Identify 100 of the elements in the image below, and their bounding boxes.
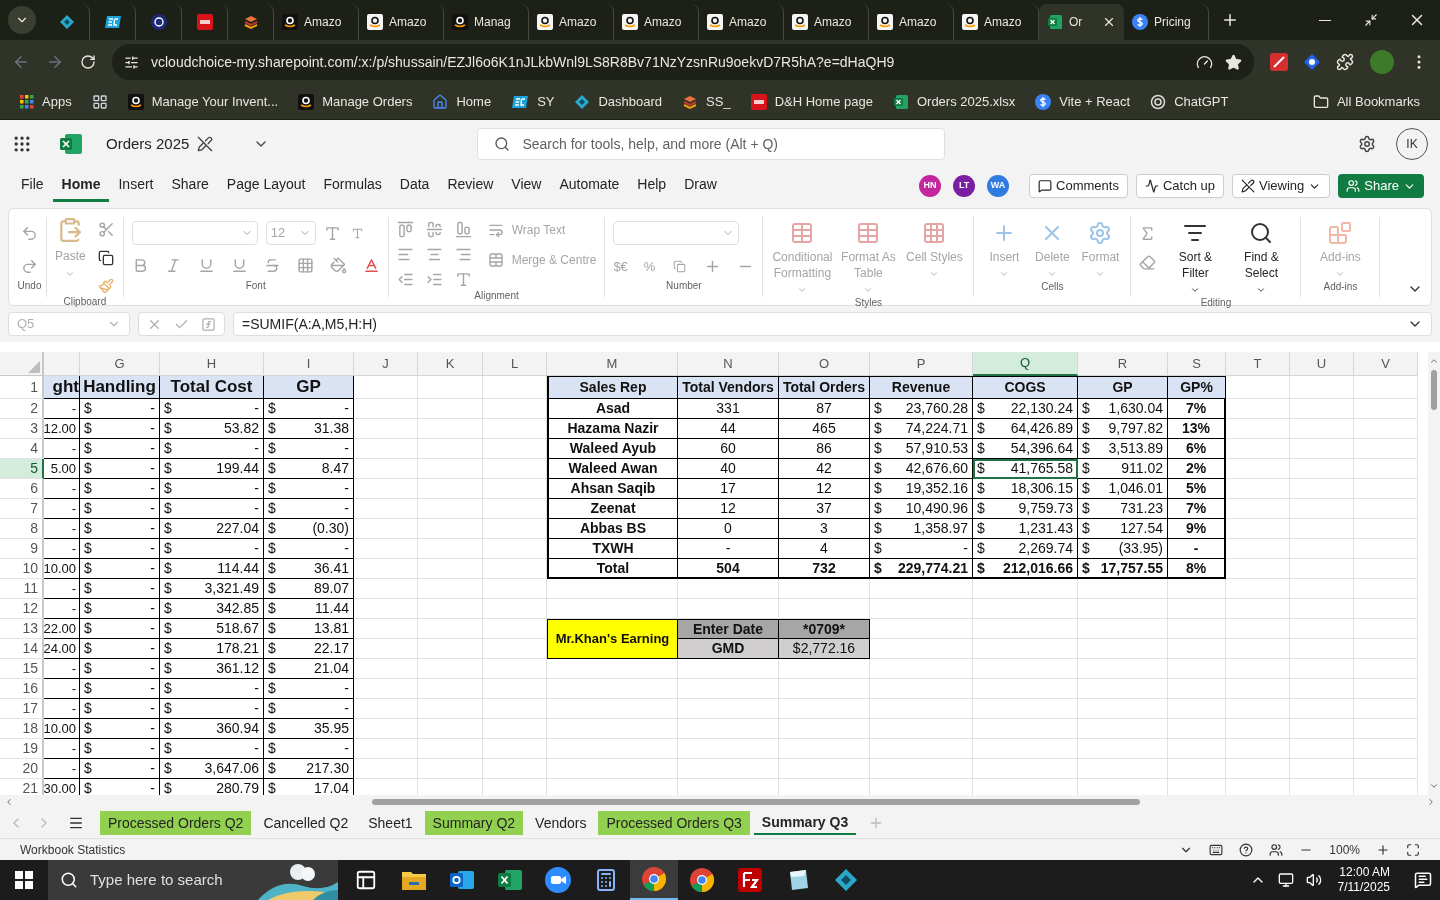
browser-tab[interactable]: Amazo [954, 4, 1039, 40]
sheet-tab[interactable]: Summary Q2 [424, 811, 524, 836]
clock-date[interactable]: 7/11/2025 [1337, 880, 1390, 895]
bookmark[interactable]: Manage Orders [298, 91, 413, 112]
sheet-tab[interactable]: Cancelled Q2 [255, 811, 357, 836]
browser-tab[interactable]: Amazo [784, 4, 869, 40]
row-header[interactable]: 9 [0, 539, 44, 559]
row-header[interactable]: 15 [0, 659, 44, 679]
browser-tab[interactable]: Or [1039, 4, 1124, 40]
zoom-level[interactable]: 100% [1329, 840, 1360, 859]
row-header[interactable]: 17 [0, 699, 44, 719]
column-header[interactable]: G [80, 352, 160, 376]
ribbon-tab[interactable]: Formulas [314, 170, 391, 202]
browser-tab[interactable]: Amazo [359, 4, 444, 40]
row-header[interactable]: 3 [0, 419, 44, 439]
ribbon-tab[interactable]: Review [438, 170, 503, 202]
ribbon-tab[interactable]: Home [52, 170, 110, 202]
row-header[interactable]: 20 [0, 759, 44, 779]
column-header[interactable]: L [483, 352, 547, 376]
bookmark[interactable]: Home [432, 91, 492, 112]
ribbon-tab[interactable]: Insert [109, 170, 163, 202]
browser-tab[interactable]: Amazo [869, 4, 954, 40]
bookmark[interactable]: Apps [20, 91, 72, 112]
row-header[interactable]: 14 [0, 639, 44, 659]
row-header[interactable]: 16 [0, 679, 44, 699]
browser-tab[interactable]: Amazo [529, 4, 614, 40]
browser-tab[interactable]: Amazo [274, 4, 359, 40]
row-header[interactable]: 10 [0, 559, 44, 579]
viewing-button[interactable]: Viewing [1232, 174, 1331, 198]
column-header[interactable]: N [678, 352, 779, 376]
bookmark[interactable]: SY [511, 91, 555, 112]
comments-button[interactable]: Comments [1029, 174, 1128, 198]
row-header[interactable]: 12 [0, 599, 44, 619]
ribbon-tab[interactable]: Draw [675, 170, 726, 202]
column-header[interactable]: U [1290, 352, 1354, 376]
bookmark[interactable]: SS_ [682, 91, 731, 112]
ribbon-tab[interactable]: Share [162, 170, 218, 202]
address-bar[interactable]: vcloudchoice-my.sharepoint.com/:x:/p/shussain/EZJl6o6K1nJLkbWnl9LS8R8Bv71NzYzsnRu9oekvD7R5hA?e=dHaQH9 [112, 44, 1254, 80]
ribbon-tab[interactable]: Help [628, 170, 676, 202]
table-cell: $ 127.54 [1078, 519, 1168, 539]
sheet-tab[interactable]: Vendors [527, 811, 595, 836]
ribbon-command[interactable]: Sort & Filter [1164, 221, 1227, 295]
column-header[interactable]: M [547, 352, 678, 376]
ribbon-tab[interactable]: View [502, 170, 551, 202]
catch-up-button[interactable]: Catch up [1135, 174, 1224, 198]
sheet-tab[interactable]: Sheet1 [360, 811, 421, 836]
browser-tab[interactable]: Amazo [614, 4, 699, 40]
browser-tab[interactable]: Pricing [1124, 4, 1209, 40]
row-header[interactable]: 2 [0, 399, 44, 419]
column-header[interactable]: H [160, 352, 264, 376]
ribbon-tab[interactable]: Page Layout [217, 170, 315, 202]
sheet-tab[interactable]: Processed Orders Q3 [598, 811, 750, 836]
status-text[interactable]: Workbook Statistics [20, 840, 126, 859]
row-header[interactable]: 6 [0, 479, 44, 499]
ribbon-tab[interactable]: Automate [550, 170, 629, 202]
bookmark[interactable]: Orders 2025.xlsx [892, 91, 1016, 112]
column-header[interactable]: R [1078, 352, 1168, 376]
row-header[interactable]: 18 [0, 719, 44, 739]
row-header[interactable]: 1 [0, 376, 44, 399]
bookmark[interactable]: ChatGPT [1150, 91, 1229, 112]
row-header[interactable]: 7 [0, 499, 44, 519]
row-header[interactable]: 19 [0, 739, 44, 759]
taskbar-search-field[interactable]: Type here to search [48, 860, 338, 900]
column-header[interactable]: S [1168, 352, 1226, 376]
column-header[interactable]: P [870, 352, 973, 376]
bookmark[interactable]: D&H Home page [750, 91, 873, 112]
column-header[interactable]: V [1354, 352, 1418, 376]
sheet-tab[interactable]: Summary Q3 [753, 811, 857, 836]
all-bookmarks[interactable]: All Bookmarks [1312, 91, 1420, 112]
column-heading: GP [264, 376, 354, 399]
file-name[interactable]: Orders 2025 [106, 132, 190, 156]
clock-time[interactable]: 12:00 AM [1339, 865, 1390, 880]
bookmark[interactable]: Vite + React [1035, 91, 1131, 112]
browser-tab[interactable]: Amazo [699, 4, 784, 40]
table-cell: $ - [80, 659, 160, 679]
row-header[interactable]: 13 [0, 619, 44, 639]
column-header[interactable]: T [1226, 352, 1290, 376]
table-cell: $ 57,910.53 [870, 439, 973, 459]
collaborator-avatar[interactable]: WA [987, 175, 1010, 197]
column-header[interactable]: J [354, 352, 418, 376]
row-header[interactable]: 5 [0, 459, 44, 479]
column-header[interactable]: Q [973, 352, 1078, 376]
collaborator-avatar[interactable]: LT [953, 175, 976, 197]
column-header[interactable]: O [779, 352, 870, 376]
bookmark[interactable]: Dashboard [574, 91, 663, 112]
bookmark[interactable]: Manage Your Invent... [127, 91, 279, 112]
ribbon-tab[interactable]: Data [390, 170, 439, 202]
row-header[interactable]: 11 [0, 579, 44, 599]
column-header[interactable]: I [264, 352, 354, 376]
column-header[interactable]: K [418, 352, 483, 376]
row-header[interactable]: 8 [0, 519, 44, 539]
sheet-tab[interactable]: Processed Orders Q2 [100, 811, 252, 836]
collaborator-avatar[interactable]: HN [919, 175, 942, 197]
browser-tab[interactable]: Manag [444, 4, 529, 40]
formula-bar[interactable]: =SUMIF(A:A,M5,H:H) [233, 312, 1432, 336]
search-field[interactable]: Search for tools, help, and more (Alt + Q) [477, 128, 946, 160]
row-header[interactable]: 4 [0, 439, 44, 459]
ribbon-tab[interactable]: File [12, 170, 53, 202]
share-button[interactable]: Share [1338, 174, 1424, 198]
ribbon-command[interactable]: Find & Select [1230, 221, 1293, 295]
